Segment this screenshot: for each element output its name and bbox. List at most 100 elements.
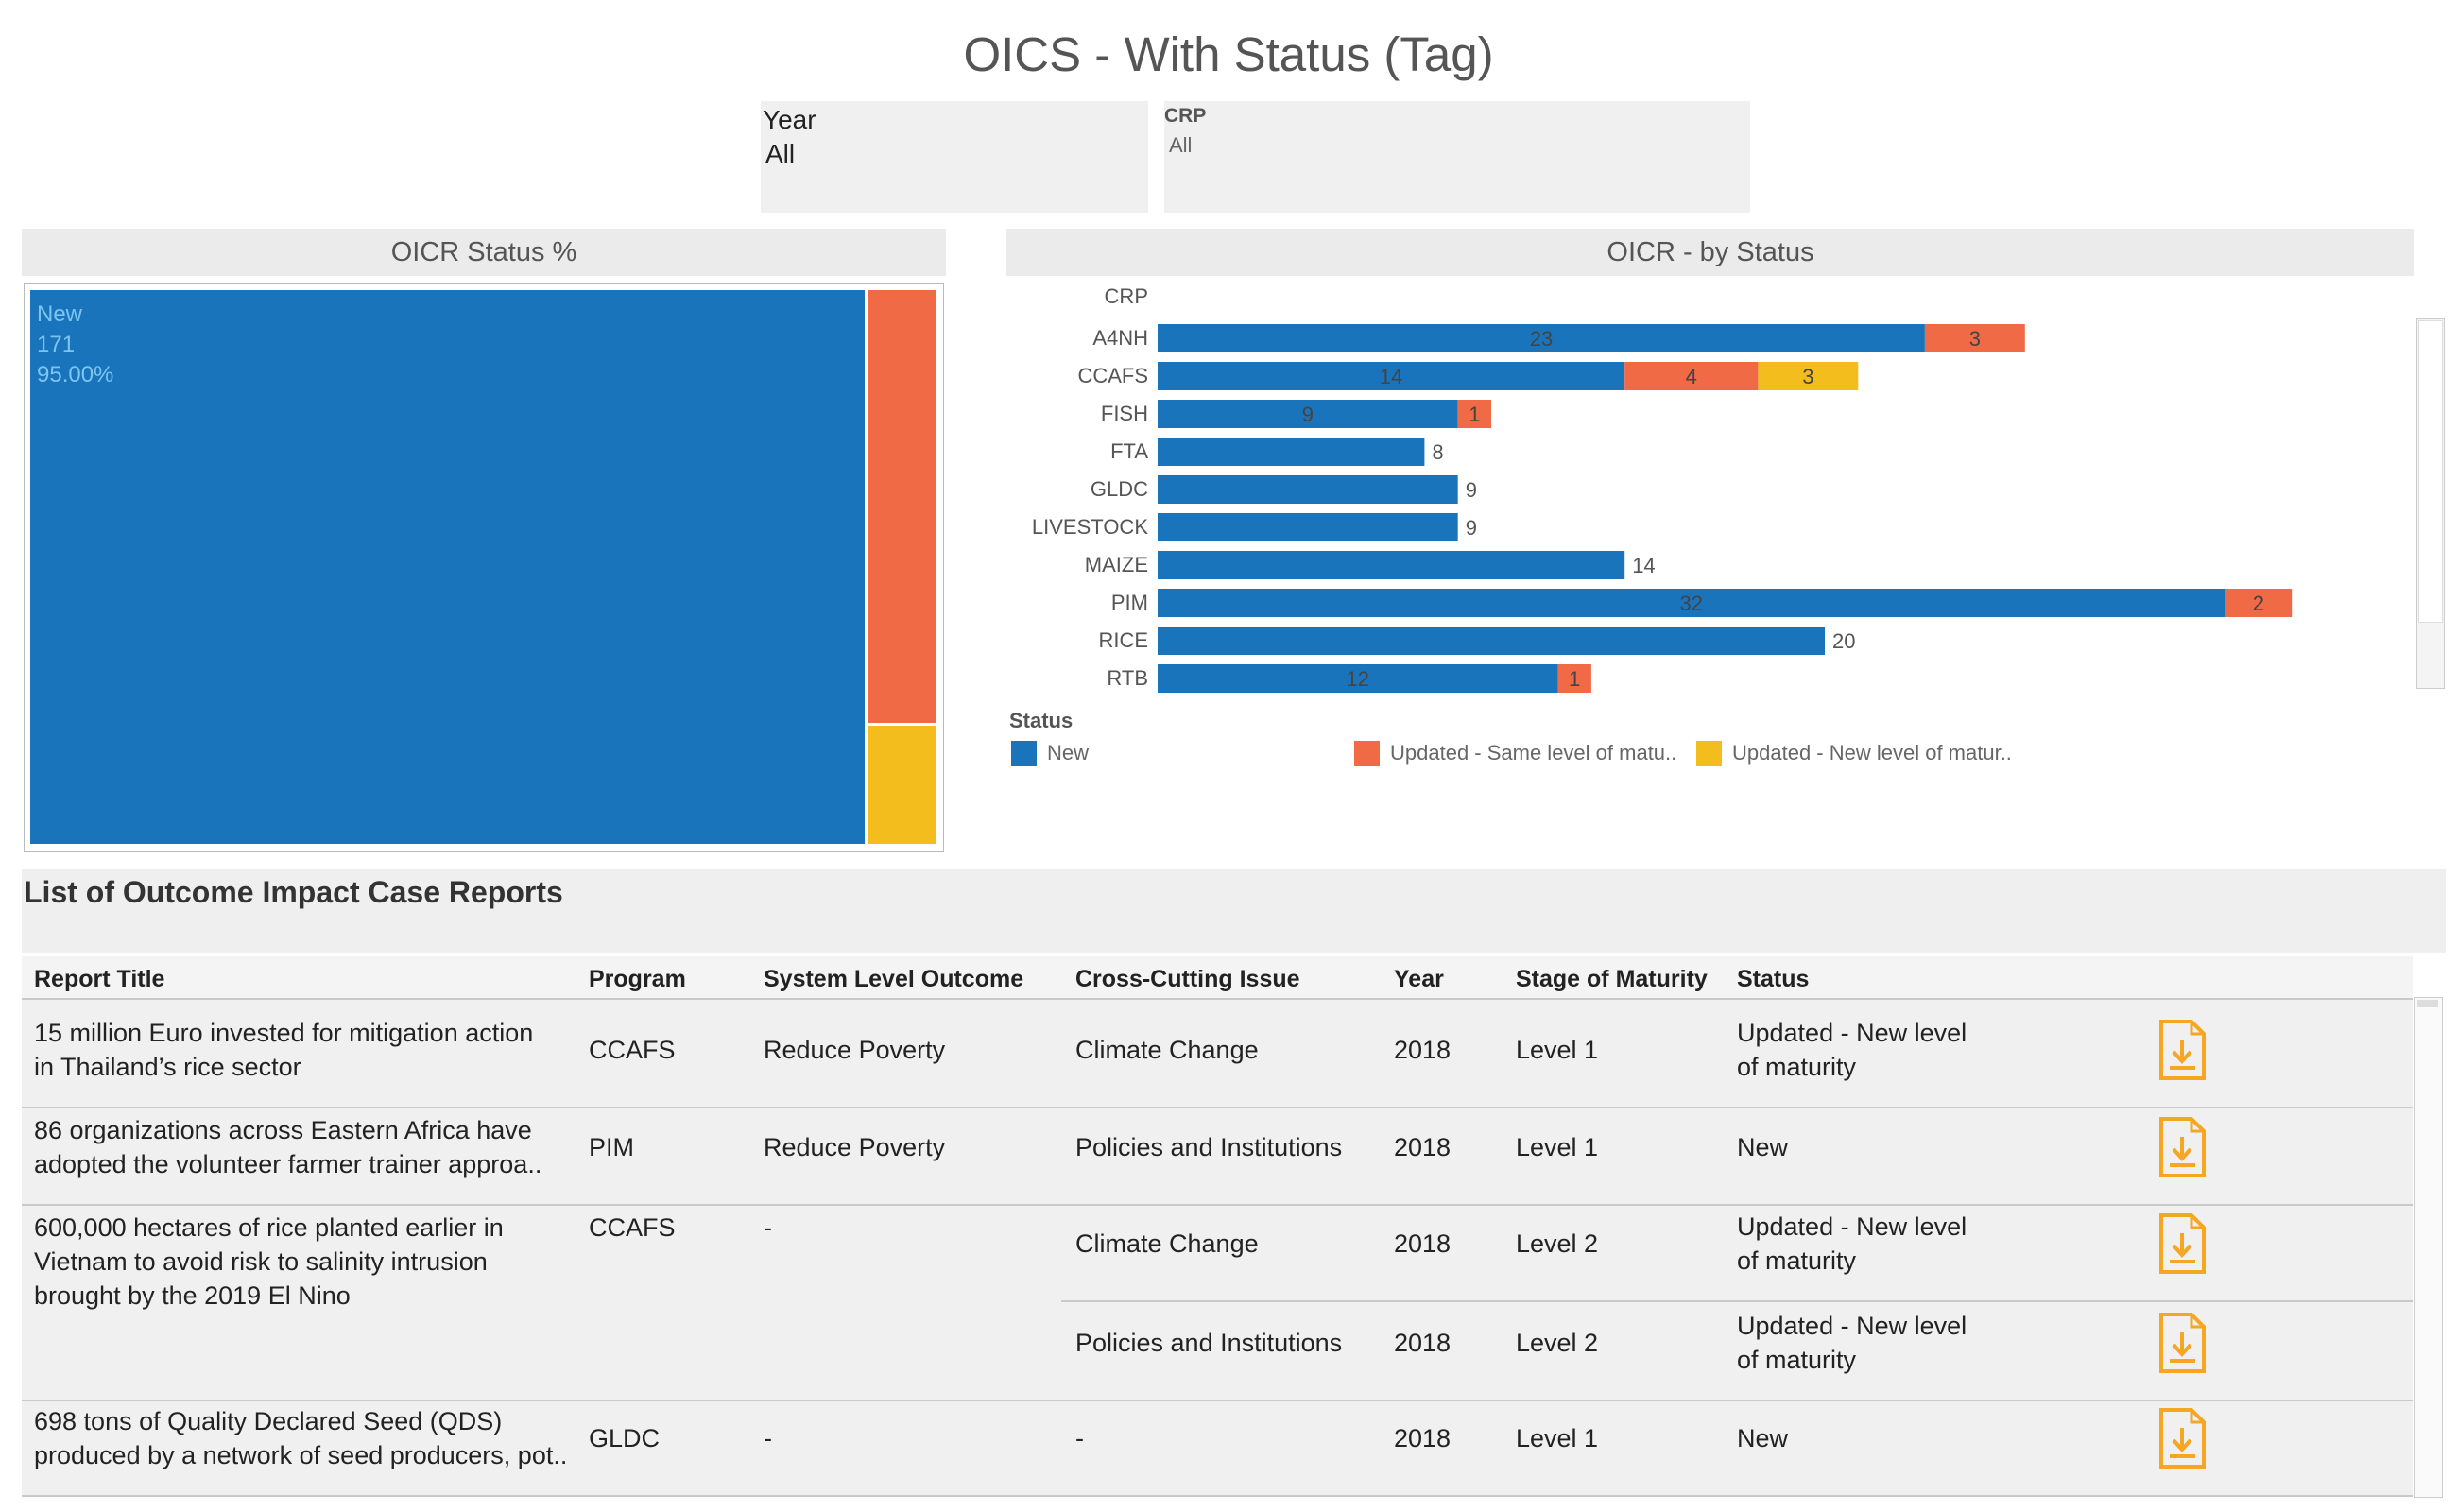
bar-value-ccafs-2: 3 xyxy=(1802,365,1813,388)
row-divider xyxy=(22,1495,2413,1497)
row-2-system-level-outcome: - xyxy=(764,1213,772,1242)
row-1-system-level-outcome: Reduce Poverty xyxy=(764,1133,946,1161)
report-list-header: List of Outcome Impact Case Reports xyxy=(22,869,2446,953)
column-header-cross-cutting-issue[interactable]: Cross-Cutting Issue xyxy=(1075,966,1300,993)
crp-label-rtb: RTB xyxy=(1107,666,1148,690)
treemap-cell-new[interactable]: New 171 95.00% xyxy=(30,290,865,844)
header-divider xyxy=(22,998,2413,1000)
bar-rice-series-0[interactable] xyxy=(1158,627,1825,655)
bar-value-maize: 14 xyxy=(1632,554,1655,577)
column-header-report-title[interactable]: Report Title xyxy=(34,966,164,993)
row-4-stage-of-maturity: Level 1 xyxy=(1516,1424,1599,1452)
row-1-program: PIM xyxy=(589,1133,635,1161)
row-2-status: Updated - New level xyxy=(1737,1212,1967,1241)
row-divider-partial xyxy=(1061,1300,2413,1302)
row-0-cross-cutting-issue: Climate Change xyxy=(1075,1036,1259,1064)
row-divider xyxy=(22,1107,2413,1108)
legend-label-updated-new-level: Updated - New level of matur.. xyxy=(1732,741,2012,765)
crp-filter[interactable]: CRP All xyxy=(1164,101,1750,213)
row-2-year: 2018 xyxy=(1394,1229,1452,1258)
column-header-program[interactable]: Program xyxy=(589,966,686,993)
row-0-program: CCAFS xyxy=(589,1036,676,1064)
row-0-report-title[interactable]: 15 million Euro invested for mitigation … xyxy=(34,1016,533,1050)
download-icon[interactable] xyxy=(2157,1116,2207,1178)
legend-label-updated-same-level: Updated - Same level of matu.. xyxy=(1390,741,1677,765)
download-icon[interactable] xyxy=(2157,1019,2207,1081)
status-pct-title: OICR Status % xyxy=(22,229,946,276)
column-header-status[interactable]: Status xyxy=(1737,966,1809,993)
crp-label-pim: PIM xyxy=(1111,591,1148,614)
treemap-cell-updated-new-level[interactable] xyxy=(868,726,936,844)
row-4-program: GLDC xyxy=(589,1424,661,1452)
row-divider xyxy=(22,1204,2413,1206)
row-0-status: Updated - New level xyxy=(1737,1019,1967,1047)
crp-label-fish: FISH xyxy=(1101,402,1148,425)
download-icon[interactable] xyxy=(2157,1312,2207,1374)
treemap-cell-updated-same-level[interactable] xyxy=(868,290,936,723)
bar-value-livestock: 9 xyxy=(1466,516,1477,540)
table-scroll-thumb[interactable] xyxy=(2417,1000,2438,1007)
row-2-program: CCAFS xyxy=(589,1213,676,1242)
legend-swatch-new xyxy=(1011,741,1037,766)
crp-label-a4nh: A4NH xyxy=(1092,326,1148,350)
by-status-title: OICR - by Status xyxy=(1006,229,2414,276)
page-title: OICS - With Status (Tag) xyxy=(963,27,1494,81)
bar-livestock-series-0[interactable] xyxy=(1158,513,1458,541)
bar-fta-series-0[interactable] xyxy=(1158,438,1425,466)
treemap-new-pct: 95.00% xyxy=(37,362,114,387)
row-3-status: Updated - New level xyxy=(1737,1312,1967,1340)
row-2-report-title[interactable]: Vietnam to avoid risk to salinity intrus… xyxy=(34,1245,488,1279)
row-2-report-title[interactable]: 600,000 hectares of rice planted earlier… xyxy=(34,1211,504,1245)
row-0-year: 2018 xyxy=(1394,1036,1452,1064)
crp-label-fta: FTA xyxy=(1110,439,1148,463)
row-2-cross-cutting-issue: Climate Change xyxy=(1075,1229,1259,1258)
bar-value-a4nh-1: 3 xyxy=(1969,327,1981,351)
row-0-report-title[interactable]: in Thailand’s rice sector xyxy=(34,1050,301,1084)
row-3-stage-of-maturity: Level 2 xyxy=(1516,1329,1599,1357)
column-header-stage-of-maturity[interactable]: Stage of Maturity xyxy=(1516,966,1708,993)
row-1-report-title[interactable]: adopted the volunteer farmer trainer app… xyxy=(34,1147,541,1181)
bar-maize-series-0[interactable] xyxy=(1158,551,1625,579)
row-1-status: New xyxy=(1737,1133,1789,1161)
crp-filter-value[interactable]: All xyxy=(1169,133,1192,158)
row-4-year: 2018 xyxy=(1394,1424,1452,1452)
bar-value-rtb-0: 12 xyxy=(1347,667,1369,691)
bar-value-ccafs-1: 4 xyxy=(1686,365,1697,388)
column-header-year[interactable]: Year xyxy=(1394,966,1444,993)
table-scrollbar[interactable] xyxy=(2414,997,2443,1498)
row-3-year: 2018 xyxy=(1394,1329,1452,1357)
bar-value-gldc: 9 xyxy=(1466,478,1477,502)
download-icon[interactable] xyxy=(2157,1407,2207,1469)
crp-axis-header: CRP xyxy=(1105,284,1148,308)
legend-swatch-updated-same-level xyxy=(1354,741,1380,766)
row-1-stage-of-maturity: Level 1 xyxy=(1516,1133,1599,1161)
row-4-report-title[interactable]: produced by a network of seed producers,… xyxy=(34,1438,567,1472)
bar-value-rtb-1: 1 xyxy=(1569,667,1580,691)
crp-label-maize: MAIZE xyxy=(1085,553,1148,576)
legend-swatch-updated-new-level xyxy=(1696,741,1722,766)
column-header-system-level-outcome[interactable]: System Level Outcome xyxy=(764,966,1023,993)
row-4-report-title[interactable]: 698 tons of Quality Declared Seed (QDS) xyxy=(34,1404,502,1438)
report-list-title: List of Outcome Impact Case Reports xyxy=(24,875,563,909)
crp-label-ccafs: CCAFS xyxy=(1077,364,1148,387)
status-treemap: New 171 95.00% xyxy=(24,284,944,852)
crp-label-gldc: GLDC xyxy=(1091,477,1148,501)
treemap-new-count: 171 xyxy=(37,332,76,357)
year-filter-label: Year xyxy=(763,105,816,134)
row-divider xyxy=(22,1400,2413,1401)
download-icon[interactable] xyxy=(2157,1212,2207,1275)
year-filter[interactable]: Year All xyxy=(761,101,1148,213)
year-filter-value[interactable]: All xyxy=(765,139,795,169)
report-table: Report Title Program System Level Outcom… xyxy=(22,956,2413,1497)
bar-value-a4nh-0: 23 xyxy=(1530,327,1553,351)
crp-filter-label: CRP xyxy=(1164,105,1207,127)
bar-chart-scroll-thumb[interactable] xyxy=(2418,320,2443,623)
row-4-cross-cutting-issue: - xyxy=(1075,1424,1084,1452)
crp-label-rice: RICE xyxy=(1098,628,1148,652)
status-bar-chart: CRP A4NH 23 3 CCAFS 14 4 3 FISH 9 1 FTA 8 GLDC 9 LIVEST… xyxy=(1032,284,2293,693)
bar-gldc-series-0[interactable] xyxy=(1158,475,1458,504)
row-1-report-title[interactable]: 86 organizations across Eastern Africa h… xyxy=(34,1113,532,1147)
row-1-cross-cutting-issue: Policies and Institutions xyxy=(1075,1133,1343,1161)
row-3-status: of maturity xyxy=(1737,1346,1857,1374)
row-2-report-title[interactable]: brought by the 2019 El Nino xyxy=(34,1279,351,1313)
